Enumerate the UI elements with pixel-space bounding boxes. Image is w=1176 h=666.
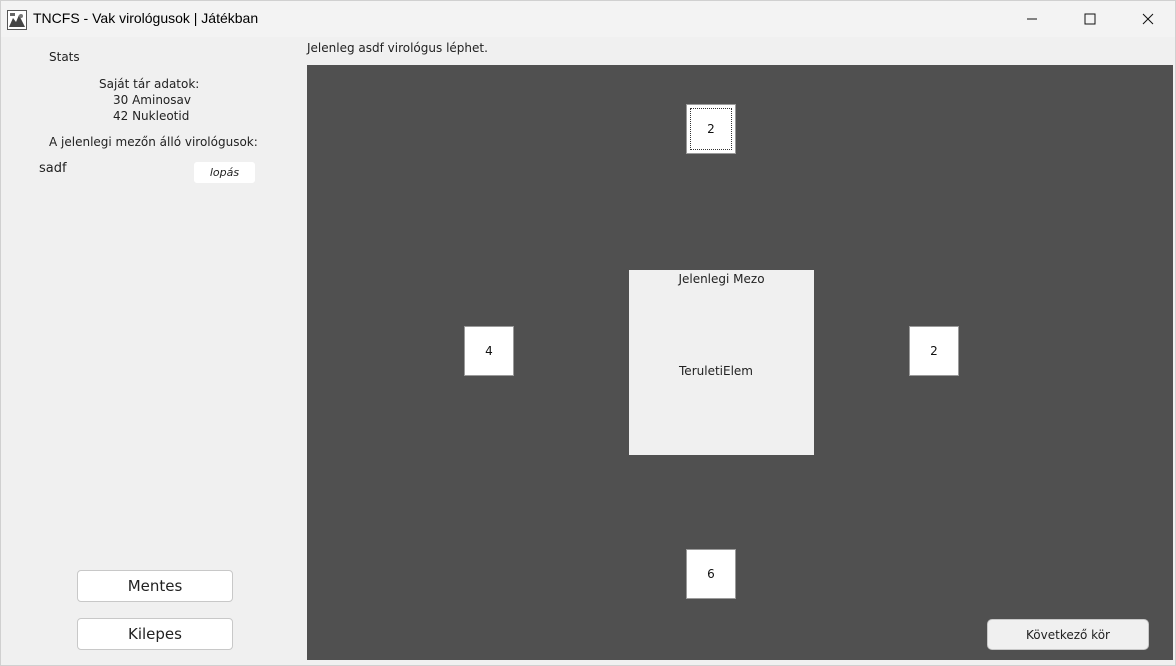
close-icon: [1142, 13, 1154, 25]
storage-title: Saját tár adatok:: [99, 77, 200, 91]
stats-panel: Stats Saját tár adatok: 30 Aminosav 42 N…: [1, 37, 307, 665]
window-title: TNCFS - Vak virológusok | Játékban: [33, 10, 259, 26]
title-bar: TNCFS - Vak virológusok | Játékban: [1, 1, 1175, 37]
steal-button[interactable]: lopás: [194, 162, 255, 183]
minimize-icon: [1027, 18, 1037, 20]
current-field: Jelenlegi Mezo TeruletiElem: [629, 270, 814, 455]
neighbor-field-right[interactable]: 2: [909, 326, 959, 376]
app-window: TNCFS - Vak virológusok | Játékban Stats…: [0, 0, 1176, 666]
game-board: 2 4 2 6 Jelenlegi Mezo TeruletiElem Köve…: [307, 65, 1173, 660]
aminosav-count: 30 Aminosav: [113, 93, 191, 107]
save-button[interactable]: Mentes: [77, 570, 233, 602]
maximize-icon: [1084, 13, 1096, 25]
close-button[interactable]: [1119, 1, 1176, 37]
minimize-button[interactable]: [1003, 1, 1061, 37]
maximize-button[interactable]: [1061, 1, 1119, 37]
neighbor-field-left[interactable]: 4: [464, 326, 514, 376]
stats-label: Stats: [49, 50, 80, 64]
app-icon: [7, 10, 27, 30]
neighbor-field-top[interactable]: 2: [686, 104, 736, 154]
turn-status: Jelenleg asdf virológus léphet.: [307, 41, 488, 55]
virologist-name: sadf: [39, 161, 67, 176]
nukleotid-count: 42 Nukleotid: [113, 109, 190, 123]
exit-button[interactable]: Kilepes: [77, 618, 233, 650]
next-turn-button[interactable]: Következő kör: [987, 619, 1149, 650]
current-field-element: TeruletiElem: [679, 364, 753, 378]
current-field-title: Jelenlegi Mezo: [678, 272, 765, 286]
virologists-title: A jelenlegi mezőn álló virológusok:: [49, 135, 258, 149]
neighbor-field-bottom[interactable]: 6: [686, 549, 736, 599]
